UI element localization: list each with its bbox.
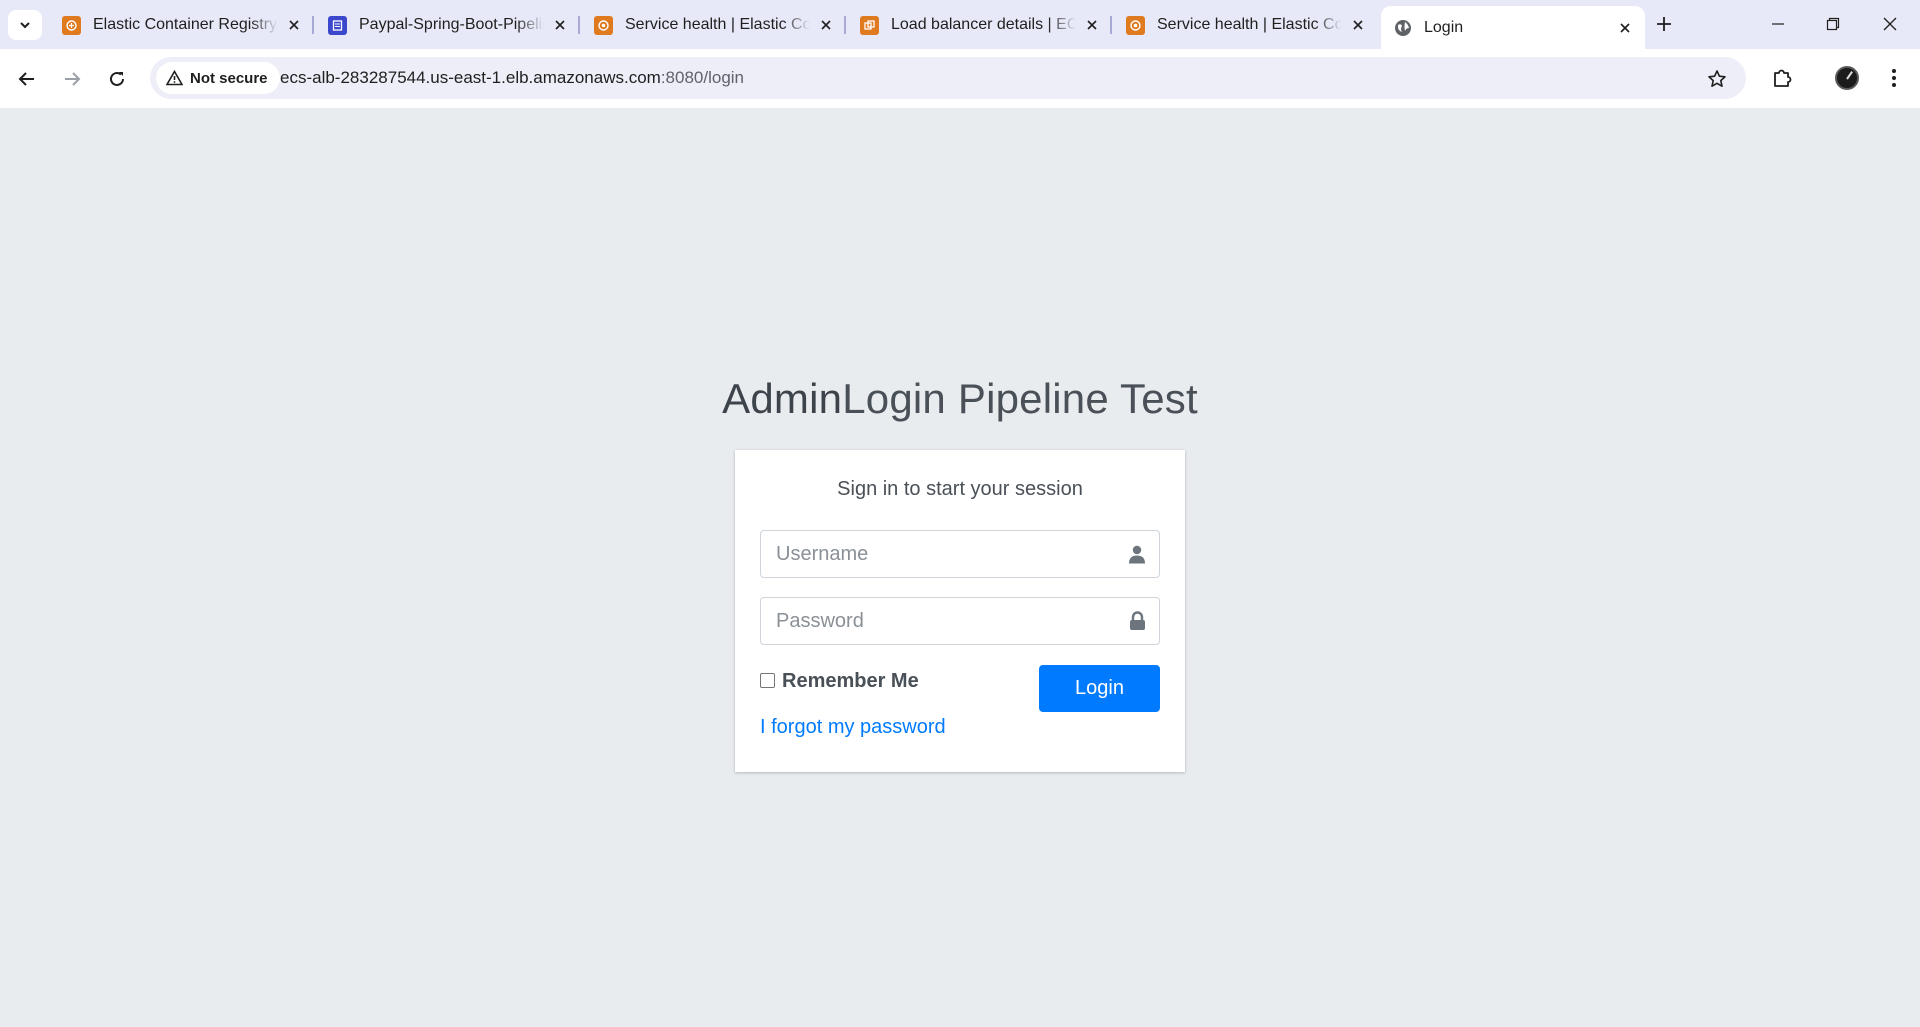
aws-ecs-icon	[594, 15, 613, 35]
password-field	[760, 597, 1160, 645]
close-icon[interactable]	[550, 15, 570, 35]
tab-divider	[578, 16, 580, 34]
aws-ecr-icon	[62, 15, 81, 35]
tab-title: Service health | Elastic Con	[625, 16, 810, 33]
username-input[interactable]	[761, 531, 1101, 577]
tab-divider	[844, 16, 846, 34]
username-field	[760, 530, 1160, 578]
tab-divider	[312, 16, 314, 34]
tab-title: Paypal-Spring-Boot-Pipeline	[359, 16, 544, 33]
browser-toolbar: Not secure ecs-alb-283287544.us-east-1.e…	[0, 49, 1920, 108]
reload-icon	[110, 71, 124, 86]
warning-icon	[166, 70, 183, 86]
tab-ecs-service-health-2[interactable]: Service health | Elastic Con	[1114, 8, 1378, 42]
tab-ecr[interactable]: Elastic Container Registry |	[50, 8, 314, 42]
aws-ec2-icon	[860, 15, 879, 35]
tab-load-balancer[interactable]: Load balancer details | EC2	[848, 8, 1112, 42]
new-tab-button[interactable]	[1652, 12, 1676, 36]
security-label: Not secure	[190, 69, 268, 87]
close-icon	[1883, 17, 1897, 31]
avatar	[1835, 66, 1859, 90]
tab-title: Elastic Container Registry |	[93, 16, 278, 33]
close-icon[interactable]	[1615, 18, 1635, 38]
tab-login[interactable]: Login	[1381, 6, 1645, 49]
remember-me: Remember Me	[760, 670, 919, 693]
restore-button[interactable]	[1813, 8, 1853, 40]
address-bar[interactable]: Not secure ecs-alb-283287544.us-east-1.e…	[150, 57, 1746, 99]
password-input[interactable]	[761, 598, 1101, 644]
tab-title: Login	[1424, 18, 1464, 36]
url-host: ecs-alb-283287544.us-east-1.elb.amazonaw…	[280, 68, 661, 87]
url-path: :8080/login	[660, 68, 745, 87]
minimize-button[interactable]	[1758, 8, 1798, 40]
arrow-right-icon	[65, 72, 81, 86]
forgot-password-link[interactable]: I forgot my password	[760, 716, 946, 739]
tab-strip: Elastic Container Registry | Paypal-Spri…	[0, 0, 1920, 49]
aws-codebuild-icon	[328, 15, 347, 35]
arrow-left-icon	[18, 72, 34, 86]
extensions-button[interactable]	[1766, 62, 1798, 94]
login-button[interactable]: Login	[1039, 665, 1160, 712]
globe-icon	[1393, 18, 1412, 37]
puzzle-icon	[1774, 69, 1792, 87]
reload-button[interactable]	[101, 63, 133, 95]
close-icon[interactable]	[1348, 15, 1368, 35]
tab-ecs-service-health[interactable]: Service health | Elastic Con	[582, 8, 846, 42]
url-text[interactable]: ecs-alb-283287544.us-east-1.elb.amazonaw…	[280, 68, 744, 88]
close-icon[interactable]	[1082, 15, 1102, 35]
more-vertical-icon	[1892, 69, 1896, 87]
chevron-down-icon	[20, 22, 30, 29]
aws-ecs-icon	[1126, 15, 1145, 35]
logo-subtitle: Login Pipeline Test	[842, 375, 1198, 422]
tab-codebuild[interactable]: Paypal-Spring-Boot-Pipeline	[316, 8, 580, 42]
lock-icon	[1127, 611, 1147, 631]
tab-title: Service health | Elastic Con	[1157, 16, 1342, 33]
bookmark-star-button[interactable]	[1704, 66, 1730, 92]
close-window-button[interactable]	[1870, 8, 1910, 40]
tab-title: Load balancer details | EC2	[891, 16, 1076, 33]
remember-me-checkbox[interactable]	[760, 672, 775, 688]
star-icon	[1708, 70, 1726, 87]
tab-search-button[interactable]	[8, 10, 42, 40]
login-card: Sign in to start your session Remember M…	[735, 450, 1185, 772]
security-indicator[interactable]: Not secure	[156, 62, 280, 94]
remember-me-label[interactable]: Remember Me	[782, 670, 919, 693]
logo-brand: Admin	[722, 375, 843, 422]
browser-menu-button[interactable]	[1878, 62, 1910, 94]
tab-divider	[1110, 16, 1112, 34]
close-icon[interactable]	[284, 15, 304, 35]
plus-icon	[1657, 17, 1671, 31]
user-icon	[1127, 544, 1147, 564]
close-icon[interactable]	[816, 15, 836, 35]
restore-icon	[1826, 17, 1840, 31]
forward-button[interactable]	[56, 63, 88, 95]
login-logo: AdminLogin Pipeline Test	[0, 375, 1920, 423]
minimize-icon	[1772, 23, 1784, 25]
back-button[interactable]	[11, 63, 43, 95]
profile-avatar-button[interactable]	[1831, 62, 1863, 94]
login-box-message: Sign in to start your session	[837, 478, 1083, 500]
